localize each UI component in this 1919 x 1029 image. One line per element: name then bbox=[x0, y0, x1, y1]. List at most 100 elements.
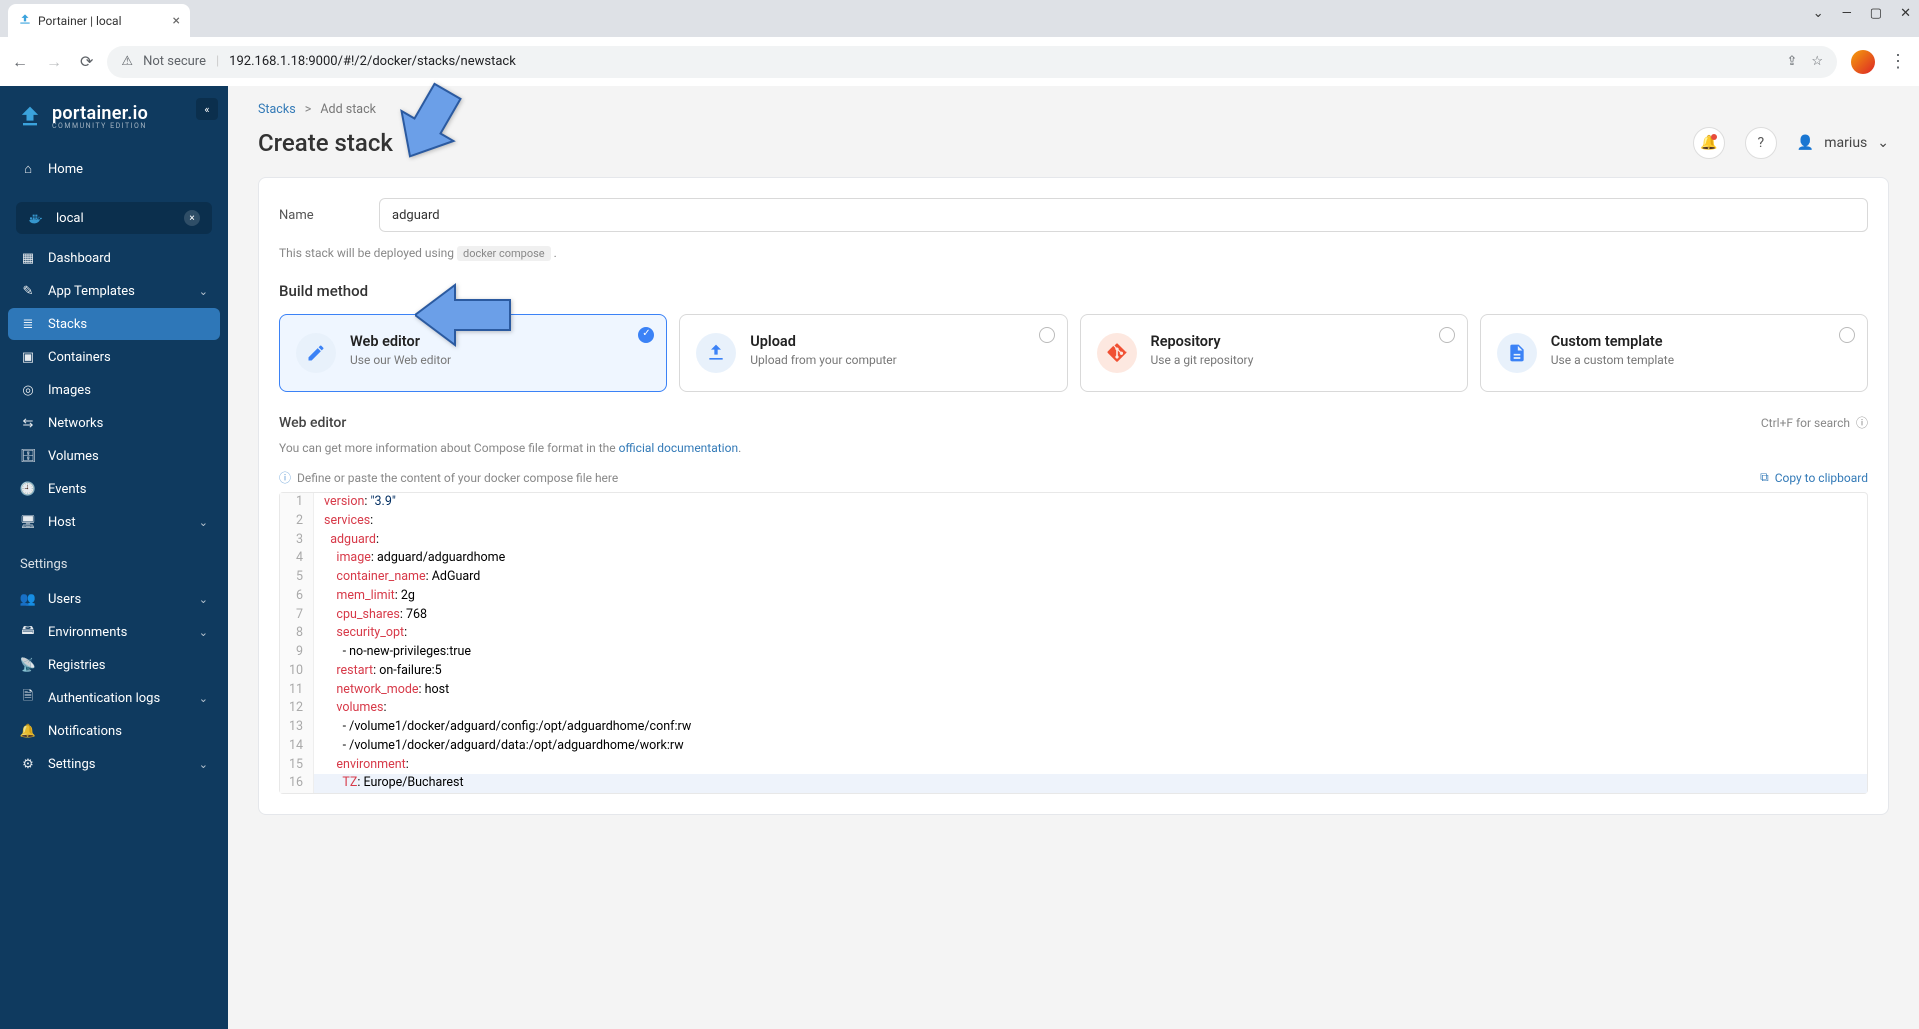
breadcrumb-current: Add stack bbox=[320, 102, 376, 117]
code-line[interactable]: 15 environment: bbox=[280, 756, 1867, 775]
user-menu[interactable]: 👤 marius ⌄ bbox=[1797, 135, 1889, 151]
radio-icon: 📡 bbox=[20, 657, 36, 673]
brand-sub: COMMUNITY EDITION bbox=[52, 122, 148, 130]
sidebar-item-dashboard[interactable]: ▦ Dashboard bbox=[8, 242, 220, 274]
bookmark-icon[interactable]: ☆ bbox=[1811, 54, 1823, 69]
docker-icon bbox=[28, 210, 44, 226]
code-line[interactable]: 5 container_name: AdGuard bbox=[280, 568, 1867, 587]
sidebar-item-environments[interactable]: 🖴 Environments ⌄ bbox=[8, 616, 220, 648]
sidebar-item-stacks[interactable]: ≣ Stacks bbox=[8, 308, 220, 340]
kebab-menu-icon[interactable]: ⋮ bbox=[1889, 51, 1907, 72]
maximize-icon[interactable]: ▢ bbox=[1870, 6, 1882, 21]
minimize-icon[interactable]: — bbox=[1842, 6, 1852, 21]
sidebar-item-auth-logs[interactable]: 🗎 Authentication logs ⌄ bbox=[8, 682, 220, 714]
sidebar-collapse-button[interactable]: « bbox=[196, 98, 218, 120]
hdd-icon: 🖴 bbox=[20, 624, 36, 640]
chevron-down-icon: ⌄ bbox=[1877, 135, 1889, 151]
box-icon: ▣ bbox=[20, 349, 36, 365]
code-line[interactable]: 1version: "3.9" bbox=[280, 493, 1867, 512]
code-line[interactable]: 14 - /volume1/docker/adguard/data:/opt/a… bbox=[280, 737, 1867, 756]
sidebar-item-containers[interactable]: ▣ Containers bbox=[8, 341, 220, 373]
info-icon: ⓘ bbox=[279, 469, 291, 486]
chevron-down-icon: ⌄ bbox=[199, 692, 208, 705]
sidebar-item-settings[interactable]: ⚙ Settings ⌄ bbox=[8, 748, 220, 780]
code-line[interactable]: 4 image: adguard/adguardhome bbox=[280, 549, 1867, 568]
radio-icon bbox=[1439, 327, 1455, 343]
reload-icon[interactable]: ⟳ bbox=[80, 52, 93, 71]
forward-icon[interactable]: → bbox=[46, 52, 62, 72]
stack-name-input[interactable] bbox=[379, 198, 1868, 232]
page-title: Create stack bbox=[258, 129, 393, 157]
back-icon[interactable]: ← bbox=[12, 52, 28, 72]
server-icon: 🖥 bbox=[20, 514, 36, 530]
logo[interactable]: portainer.io COMMUNITY EDITION bbox=[0, 98, 228, 148]
method-repository[interactable]: Repository Use a git repository bbox=[1080, 314, 1468, 392]
code-line[interactable]: 13 - /volume1/docker/adguard/config:/opt… bbox=[280, 718, 1867, 737]
sidebar-item-home[interactable]: ⌂ Home bbox=[8, 153, 220, 185]
sidebar-item-networks[interactable]: ⇆ Networks bbox=[8, 407, 220, 439]
code-line[interactable]: 12 volumes: bbox=[280, 699, 1867, 718]
bell-icon: 🔔 bbox=[20, 723, 36, 739]
help-icon: ⓘ bbox=[1856, 414, 1868, 431]
share-icon: ⇆ bbox=[20, 415, 36, 431]
sidebar-item-host[interactable]: 🖥 Host ⌄ bbox=[8, 506, 220, 538]
code-line[interactable]: 16 TZ: Europe/Bucharest bbox=[280, 774, 1867, 793]
bell-icon: 🔔 bbox=[1700, 135, 1717, 151]
method-custom-template[interactable]: Custom template Use a custom template bbox=[1480, 314, 1868, 392]
url-box[interactable]: ⚠ Not secure | 192.168.1.18:9000/#!/2/do… bbox=[107, 46, 1837, 78]
help-button[interactable]: ? bbox=[1745, 127, 1777, 159]
users-icon: 👥 bbox=[20, 591, 36, 607]
sidebar-item-events[interactable]: 🕘 Events bbox=[8, 473, 220, 505]
profile-avatar[interactable] bbox=[1851, 50, 1875, 74]
radio-icon bbox=[638, 327, 654, 343]
logo-icon bbox=[16, 102, 44, 130]
copy-icon: ⧉ bbox=[1760, 470, 1769, 485]
code-line[interactable]: 8 security_opt: bbox=[280, 624, 1867, 643]
code-line[interactable]: 2services: bbox=[280, 512, 1867, 531]
share-icon[interactable]: ⇪ bbox=[1786, 54, 1797, 69]
sidebar-item-volumes[interactable]: 🗄 Volumes bbox=[8, 440, 220, 472]
editor-title: Web editor bbox=[279, 415, 346, 431]
code-line[interactable]: 3 adguard: bbox=[280, 531, 1867, 550]
breadcrumb-root[interactable]: Stacks bbox=[258, 102, 296, 117]
build-method-label: Build method bbox=[279, 282, 1868, 300]
settings-section-label: Settings bbox=[0, 543, 228, 578]
address-bar: ← → ⟳ ⚠ Not secure | 192.168.1.18:9000/#… bbox=[0, 37, 1919, 86]
brand-name: portainer.io bbox=[52, 103, 148, 124]
help-icon: ? bbox=[1758, 135, 1765, 151]
browser-tab[interactable]: Portainer | local × bbox=[8, 4, 190, 37]
chevron-down-icon: ⌄ bbox=[199, 516, 208, 529]
chevron-down-icon[interactable]: ⌄ bbox=[1813, 6, 1824, 21]
copy-to-clipboard-button[interactable]: ⧉ Copy to clipboard bbox=[1760, 470, 1868, 485]
chevron-down-icon: ⌄ bbox=[199, 626, 208, 639]
deploy-note: This stack will be deployed using docker… bbox=[279, 246, 1868, 260]
user-icon: 👤 bbox=[1797, 135, 1814, 151]
sidebar-env-local[interactable]: local × bbox=[16, 202, 212, 234]
code-line[interactable]: 7 cpu_shares: 768 bbox=[280, 606, 1867, 625]
method-web-editor[interactable]: Web editor Use our Web editor bbox=[279, 314, 667, 392]
build-method-grid: Web editor Use our Web editor Upload Upl… bbox=[279, 314, 1868, 392]
code-line[interactable]: 11 network_mode: host bbox=[280, 681, 1867, 700]
chevron-down-icon: ⌄ bbox=[199, 593, 208, 606]
compose-editor[interactable]: 1version: "3.9"2services:3 adguard:4 ima… bbox=[279, 492, 1868, 794]
notifications-button[interactable]: 🔔 bbox=[1693, 127, 1725, 159]
radio-icon bbox=[1039, 327, 1055, 343]
editor-search-hint: Ctrl+F for search ⓘ bbox=[1761, 414, 1868, 431]
sidebar-item-users[interactable]: 👥 Users ⌄ bbox=[8, 583, 220, 615]
method-upload[interactable]: Upload Upload from your computer bbox=[679, 314, 1067, 392]
sidebar-item-registries[interactable]: 📡 Registries bbox=[8, 649, 220, 681]
upload-icon bbox=[696, 333, 736, 373]
docs-link[interactable]: official documentation bbox=[619, 441, 739, 455]
code-line[interactable]: 9 - no-new-privileges:true bbox=[280, 643, 1867, 662]
url-text: 192.168.1.18:9000/#!/2/docker/stacks/new… bbox=[229, 54, 516, 69]
sidebar-item-app-templates[interactable]: ✎ App Templates ⌄ bbox=[8, 275, 220, 307]
code-line[interactable]: 6 mem_limit: 2g bbox=[280, 587, 1867, 606]
close-window-icon[interactable]: ✕ bbox=[1900, 6, 1911, 21]
tab-close-icon[interactable]: × bbox=[173, 13, 180, 29]
sidebar-item-notifications[interactable]: 🔔 Notifications bbox=[8, 715, 220, 747]
clock-icon: 🕘 bbox=[20, 481, 36, 497]
sidebar-item-images[interactable]: ◎ Images bbox=[8, 374, 220, 406]
code-line[interactable]: 10 restart: on-failure:5 bbox=[280, 662, 1867, 681]
env-close-icon[interactable]: × bbox=[184, 210, 200, 226]
editor-placeholder-hint: Define or paste the content of your dock… bbox=[297, 471, 618, 485]
